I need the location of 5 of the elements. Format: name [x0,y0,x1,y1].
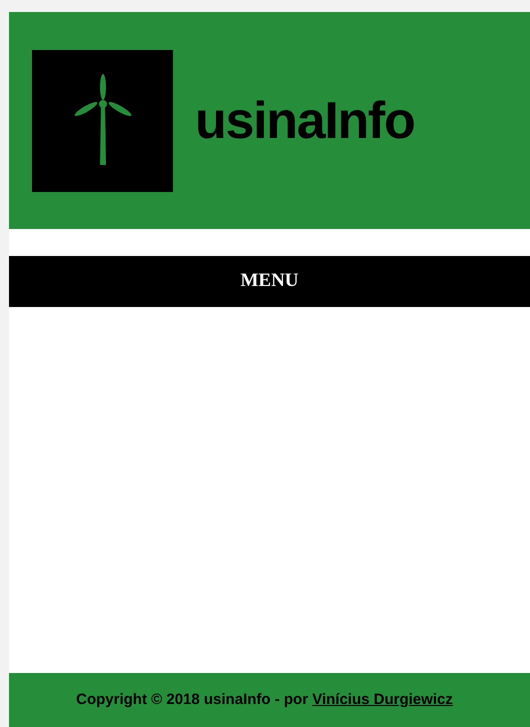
menu-bar[interactable]: MENU [9,256,530,307]
wind-turbine-logo-icon [32,50,173,192]
copyright-text: Copyright © 2018 usinaInfo - por Vinícius Durgiewicz [76,690,453,710]
author-link[interactable]: Vinícius Durgiewicz [312,690,453,708]
site-title: usinaInfo [195,90,414,152]
